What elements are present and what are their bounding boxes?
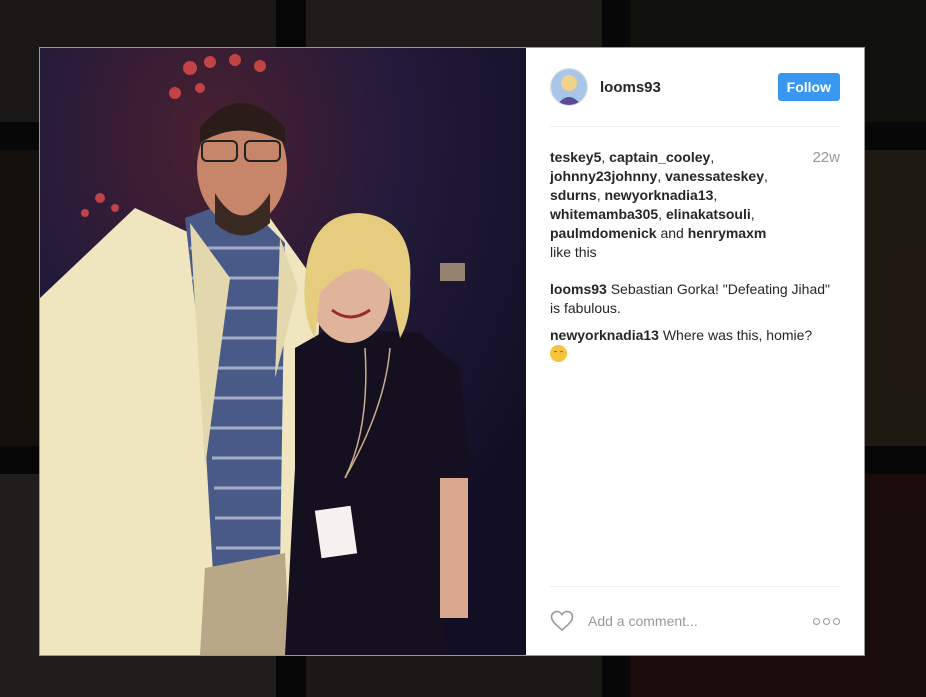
- more-dot: [813, 617, 820, 625]
- likes-and-word: and: [660, 225, 684, 241]
- post-author-username[interactable]: looms93: [600, 79, 778, 96]
- post-sidebar: looms93 Follow teskey5, captain_cooley, …: [526, 48, 864, 655]
- likes-list: teskey5, captain_cooley, johnny23johnny,…: [550, 149, 768, 260]
- post-footer: [550, 586, 840, 655]
- like-user[interactable]: captain_cooley: [609, 149, 710, 165]
- heart-icon[interactable]: [550, 610, 574, 632]
- post-header: looms93 Follow: [550, 48, 840, 127]
- add-comment-input[interactable]: [586, 612, 813, 630]
- post-photo-image: [40, 48, 526, 655]
- like-user[interactable]: vanessateskey: [665, 168, 764, 184]
- post-timestamp[interactable]: 22w: [812, 148, 840, 262]
- likes-row: teskey5, captain_cooley, johnny23johnny,…: [550, 148, 840, 262]
- more-dot: [833, 617, 840, 625]
- comment-username[interactable]: looms93: [550, 281, 607, 297]
- likes-suffix: like this: [550, 244, 597, 260]
- avatar-image: [551, 69, 587, 105]
- post-details: teskey5, captain_cooley, johnny23johnny,…: [550, 148, 840, 364]
- like-user[interactable]: teskey5: [550, 149, 601, 165]
- more-options-icon[interactable]: [813, 617, 840, 625]
- like-user[interactable]: sdurns: [550, 187, 597, 203]
- post-photo[interactable]: [40, 48, 526, 655]
- like-user[interactable]: henrymaxm: [688, 225, 767, 241]
- comment: looms93 Sebastian Gorka! "Defeating Jiha…: [550, 280, 840, 318]
- more-dot: [823, 617, 830, 625]
- comment-username[interactable]: newyorknadia13: [550, 327, 659, 343]
- avatar[interactable]: [550, 68, 588, 106]
- like-user[interactable]: paulmdomenick: [550, 225, 657, 241]
- comment: newyorknadia13 Where was this, homie?: [550, 326, 840, 364]
- comment-text: Where was this, homie?: [662, 327, 813, 343]
- like-user[interactable]: newyorknadia13: [604, 187, 713, 203]
- relieved-face-emoji-icon: [550, 345, 567, 362]
- like-user[interactable]: johnny23johnny: [550, 168, 657, 184]
- post-modal: looms93 Follow teskey5, captain_cooley, …: [40, 48, 864, 655]
- like-user[interactable]: whitemamba305: [550, 206, 658, 222]
- like-user[interactable]: elinakatsouli: [666, 206, 751, 222]
- follow-button[interactable]: Follow: [777, 73, 840, 101]
